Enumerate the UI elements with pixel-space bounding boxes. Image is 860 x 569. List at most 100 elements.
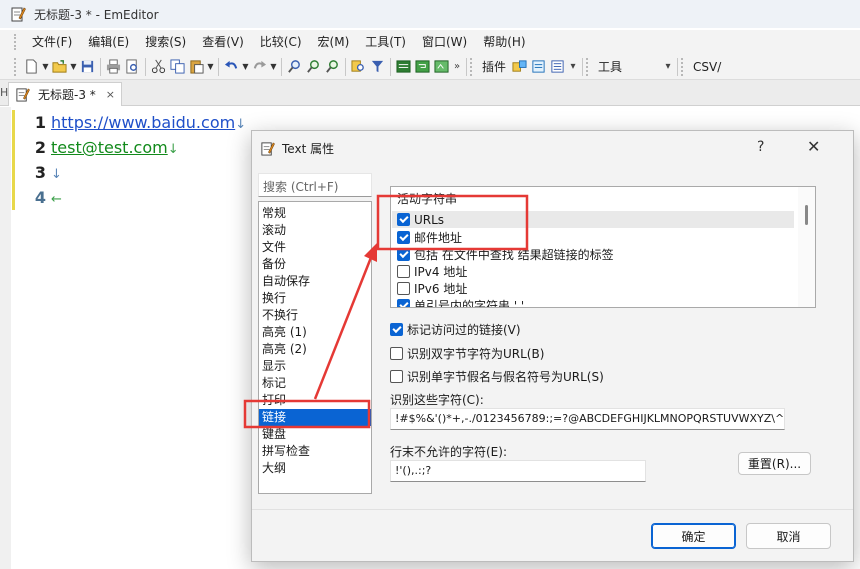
toolbar-grip[interactable] [470, 57, 474, 76]
paste-icon[interactable] [187, 57, 206, 77]
find-in-files-icon[interactable] [349, 57, 368, 77]
kana-url-option[interactable]: 识别单字节假名与假名符号为URL(S) [390, 367, 604, 385]
list-item-ipv6[interactable]: IPv6 地址 [397, 280, 467, 297]
plugins-overflow-icon[interactable]: ▾ [567, 61, 579, 72]
line-end-chars-input[interactable]: !'(),.:;? [390, 460, 646, 482]
nav-item-file[interactable]: 文件 [259, 239, 371, 256]
plugin-chars-icon[interactable] [529, 57, 548, 77]
list-item-label: URLs [414, 212, 445, 227]
newline-mark: ↓ [51, 167, 62, 182]
nav-item-highlight-1[interactable]: 高亮 (1) [259, 324, 371, 341]
help-button[interactable]: ? [757, 139, 764, 155]
redo-icon[interactable] [250, 57, 269, 77]
toolbar-grip[interactable] [14, 57, 18, 76]
nav-item-backup[interactable]: 备份 [259, 256, 371, 273]
nav-item-autosave[interactable]: 自动保存 [259, 273, 371, 290]
document-tab[interactable]: 无标题-3 * × [8, 82, 122, 106]
option-label: 标记访问过的链接(V) [407, 322, 521, 337]
cut-icon[interactable] [149, 57, 168, 77]
nav-item-print[interactable]: 打印 [259, 392, 371, 409]
active-strings-list[interactable]: 活动字符串 URLs 邮件地址 包括 在文件中查找 结果超链接的标签 IPv4 … [390, 186, 816, 308]
wrap-page-icon[interactable] [432, 57, 451, 77]
checkbox[interactable] [390, 322, 403, 336]
menu-macro[interactable]: 宏(M) [310, 30, 358, 54]
checkbox[interactable] [390, 346, 403, 360]
list-item-find-tags[interactable]: 包括 在文件中查找 结果超链接的标签 [397, 246, 614, 263]
find-next-icon[interactable] [304, 57, 323, 77]
menu-view[interactable]: 查看(V) [194, 30, 252, 54]
print-preview-icon[interactable] [123, 57, 142, 77]
nav-item-wrap[interactable]: 换行 [259, 290, 371, 307]
url-link[interactable]: https://www.baidu.com [51, 113, 235, 132]
undo-icon[interactable] [222, 57, 241, 77]
menu-search[interactable]: 搜索(S) [137, 30, 194, 54]
plugin-explorer-icon[interactable] [510, 57, 529, 77]
tools-overflow-icon[interactable]: ▾ [662, 61, 674, 72]
open-dropdown-icon[interactable]: ▼ [69, 57, 78, 77]
editor-content[interactable]: https://www.baidu.com↓ test@test.com↓ ↓ … [51, 110, 246, 210]
cancel-button[interactable]: 取消 [746, 523, 831, 549]
nav-item-keyboard[interactable]: 键盘 [259, 426, 371, 443]
nav-item-outline[interactable]: 大纲 [259, 460, 371, 477]
mark-visited-links-option[interactable]: 标记访问过的链接(V) [390, 320, 521, 338]
plugin-list-icon[interactable] [548, 57, 567, 77]
list-item-urls[interactable]: URLs [392, 211, 794, 228]
scrollbar-thumb[interactable] [805, 205, 808, 225]
document-tab-bar: H 无标题-3 * × [0, 80, 860, 106]
menu-help[interactable]: 帮助(H) [475, 30, 533, 54]
wrap-mode-icon[interactable] [394, 57, 413, 77]
wrap-window-icon[interactable] [413, 57, 432, 77]
checkbox[interactable] [397, 282, 410, 295]
menu-file[interactable]: 文件(F) [24, 30, 80, 54]
menu-window[interactable]: 窗口(W) [414, 30, 475, 54]
list-item-ipv4[interactable]: IPv4 地址 [397, 263, 467, 280]
save-icon[interactable] [78, 57, 97, 77]
new-dropdown-icon[interactable]: ▼ [41, 57, 50, 77]
toolbar-overflow-icon[interactable]: » [451, 61, 463, 72]
open-folder-icon[interactable] [50, 57, 69, 77]
new-file-icon[interactable] [22, 57, 41, 77]
menu-edit[interactable]: 编辑(E) [80, 30, 137, 54]
checkbox[interactable] [397, 231, 410, 244]
filter-icon[interactable] [368, 57, 387, 77]
nav-item-links[interactable]: 链接 [259, 409, 371, 426]
checkbox[interactable] [397, 213, 410, 226]
nav-item-general[interactable]: 常规 [259, 205, 371, 222]
menu-tools[interactable]: 工具(T) [357, 30, 414, 54]
menu-grip[interactable] [14, 34, 18, 50]
email-link[interactable]: test@test.com [51, 138, 168, 157]
redo-dropdown-icon[interactable]: ▼ [269, 57, 278, 77]
toolbar-separator [218, 57, 219, 76]
nav-item-no-wrap[interactable]: 不换行 [259, 307, 371, 324]
list-scrollbar[interactable] [798, 187, 815, 307]
nav-item-scroll[interactable]: 滚动 [259, 222, 371, 239]
ok-button[interactable]: 确定 [651, 523, 736, 549]
tab-label: 无标题-3 * [38, 88, 96, 102]
checkbox[interactable] [397, 265, 410, 278]
reset-button[interactable]: 重置(R)... [738, 452, 811, 475]
close-icon[interactable]: ✕ [807, 137, 820, 156]
url-chars-input[interactable]: !#$%&'()*+,-./0123456789:;=?@ABCDEFGHIJK… [390, 408, 785, 430]
tab-close-icon[interactable]: × [106, 88, 115, 101]
nav-item-spellcheck[interactable]: 拼写检查 [259, 443, 371, 460]
toolbar-grip[interactable] [586, 57, 590, 76]
toolbar-grip[interactable] [681, 57, 685, 76]
checkbox[interactable] [397, 248, 410, 261]
find-icon[interactable] [285, 57, 304, 77]
checkbox[interactable] [390, 369, 403, 383]
toolbar-separator [466, 57, 467, 76]
find-prev-icon[interactable] [323, 57, 342, 77]
undo-dropdown-icon[interactable]: ▼ [241, 57, 250, 77]
dbcs-url-option[interactable]: 识别双字节字符为URL(B) [390, 344, 544, 362]
copy-icon[interactable] [168, 57, 187, 77]
paste-dropdown-icon[interactable]: ▼ [206, 57, 215, 77]
list-item-quoted[interactable]: 单引号内的字符串 ' ' [397, 297, 524, 307]
menu-compare[interactable]: 比较(C) [252, 30, 310, 54]
nav-item-highlight-2[interactable]: 高亮 (2) [259, 341, 371, 358]
list-item-email[interactable]: 邮件地址 [397, 229, 462, 246]
nav-item-marks[interactable]: 标记 [259, 375, 371, 392]
print-icon[interactable] [104, 57, 123, 77]
nav-item-display[interactable]: 显示 [259, 358, 371, 375]
checkbox[interactable] [397, 299, 410, 307]
settings-search-input[interactable]: 搜索 (Ctrl+F) [258, 173, 372, 197]
